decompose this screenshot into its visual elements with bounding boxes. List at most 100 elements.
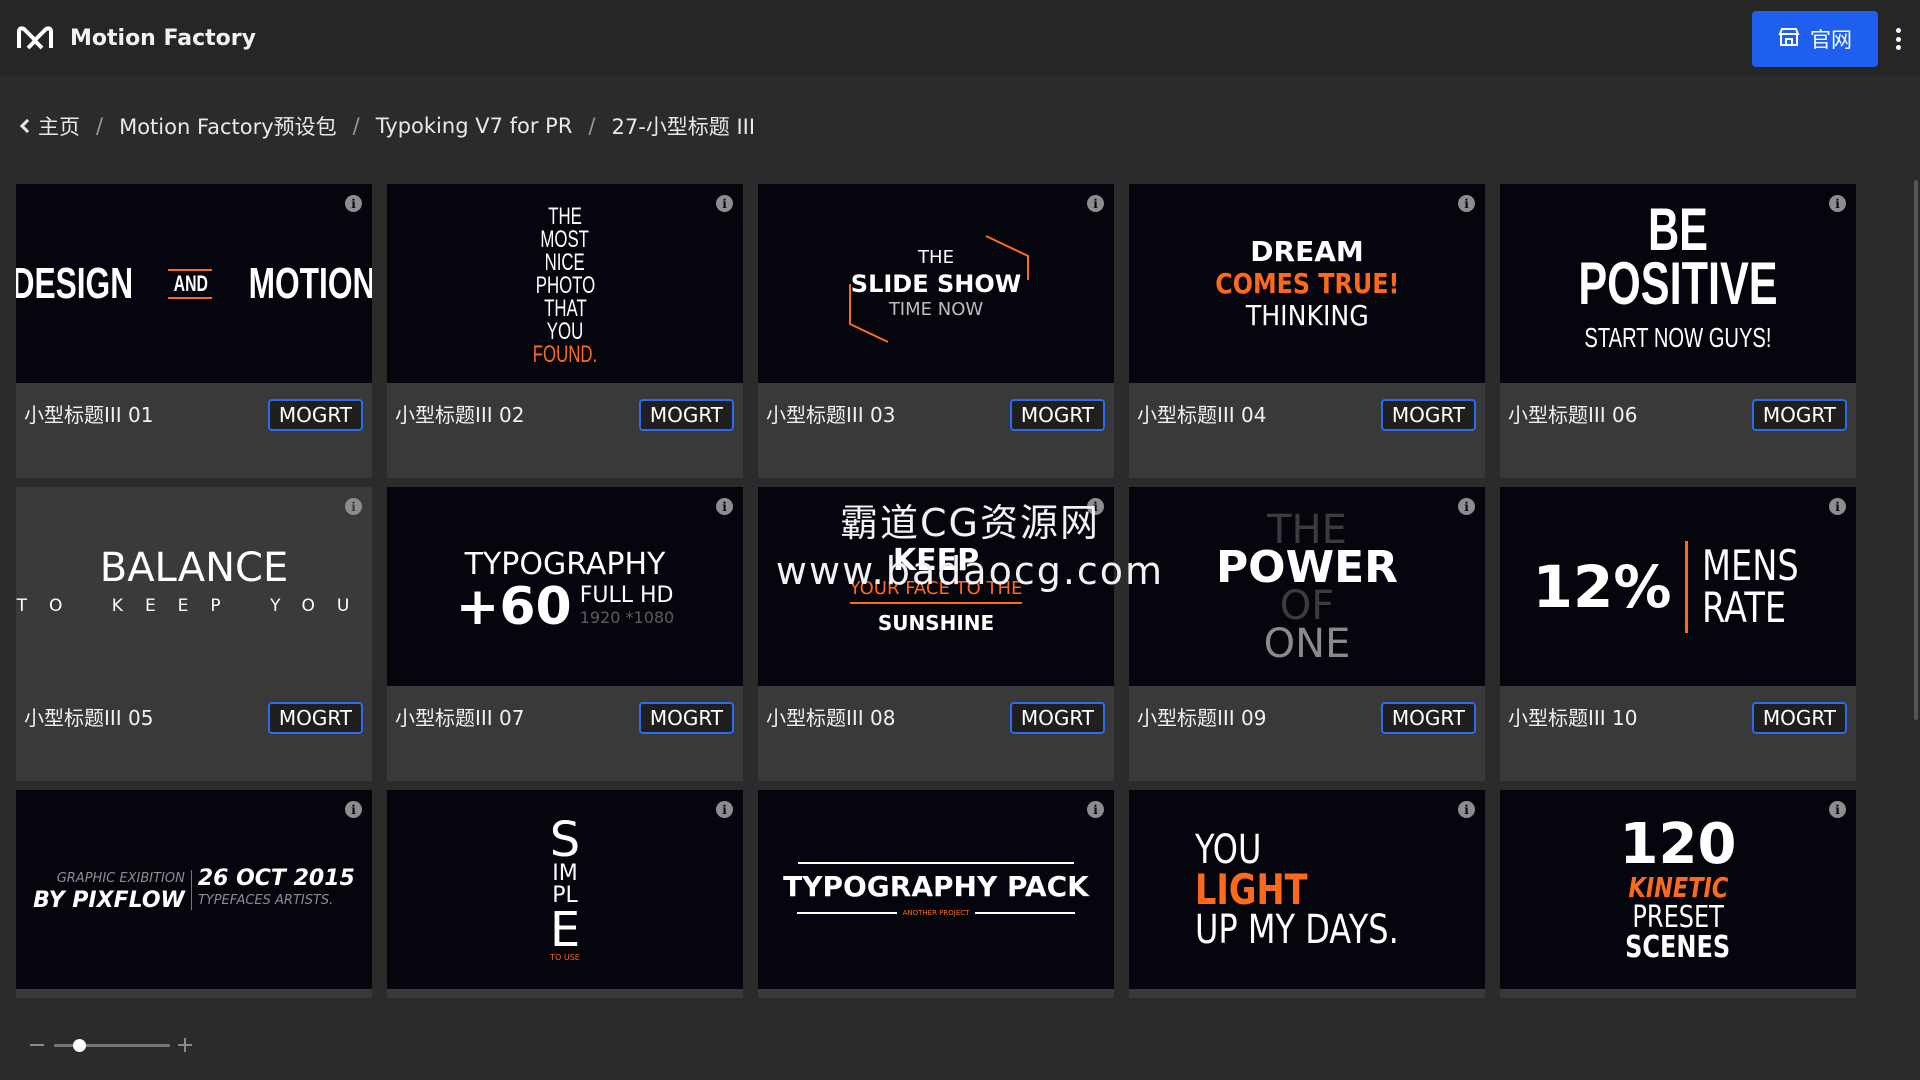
thumb-text: YOUR FACE TO THE bbox=[849, 576, 1023, 604]
breadcrumb-typoking[interactable]: Typoking V7 for PR bbox=[376, 114, 573, 138]
thumb-text: COMES TRUE! bbox=[1214, 266, 1400, 300]
zoom-slider-track[interactable] bbox=[54, 1044, 170, 1047]
card-title: 小型标题III 05 bbox=[24, 706, 154, 730]
thumb-text: PRESET bbox=[1632, 899, 1724, 935]
minus-icon[interactable] bbox=[30, 1044, 44, 1046]
chevron-left-icon[interactable] bbox=[19, 118, 35, 134]
thumb-text: AND bbox=[173, 270, 208, 296]
preset-thumbnail[interactable]: DREAM COMES TRUE! THINKING i bbox=[1129, 184, 1485, 383]
thumb-text: DESIGN bbox=[16, 258, 133, 308]
thumb-text: TO USE bbox=[550, 952, 580, 962]
official-site-label: 官网 bbox=[1810, 28, 1852, 52]
thumb-text: SLIDE SHOW bbox=[850, 269, 1022, 298]
preset-thumbnail[interactable]: 12% MENS RATE i bbox=[1500, 487, 1856, 686]
store-icon bbox=[1778, 27, 1800, 52]
preset-thumbnail[interactable]: TYPOGRAPHY +60 FULL HD 1920 *1080 i bbox=[387, 487, 743, 686]
thumb-text: PHOTO bbox=[535, 272, 595, 299]
thumb-text: TYPOGRAPHY PACK bbox=[783, 870, 1089, 903]
thumb-text: ANOTHER PROJECT bbox=[902, 909, 970, 917]
preset-card[interactable]: 120 KINETIC PRESET SCENES i bbox=[1500, 790, 1856, 998]
zoom-slider-handle[interactable] bbox=[73, 1039, 86, 1052]
preset-card[interactable]: TYPOGRAPHY +60 FULL HD 1920 *1080 i 小型标题… bbox=[387, 487, 743, 781]
info-icon[interactable]: i bbox=[1829, 195, 1846, 212]
card-title: 小型标题III 06 bbox=[1508, 403, 1638, 427]
grid-scrollbar[interactable] bbox=[1914, 180, 1918, 720]
info-icon[interactable]: i bbox=[1458, 498, 1475, 515]
preset-card[interactable]: DESIGN AND MOTION i 小型标题III 01 MOGRT bbox=[16, 184, 372, 478]
mogrt-button[interactable]: MOGRT bbox=[1380, 702, 1476, 734]
thumb-text: DREAM bbox=[1250, 234, 1364, 268]
breadcrumb-separator: / bbox=[352, 114, 360, 138]
thumb-text: GRAPHIC EXIBITION bbox=[56, 870, 185, 886]
thumb-text: MENS bbox=[1702, 540, 1800, 590]
card-title: 小型标题III 02 bbox=[395, 403, 525, 427]
thumb-text: +60 bbox=[455, 576, 572, 637]
info-icon[interactable]: i bbox=[345, 195, 362, 212]
preset-card[interactable]: TYPOGRAPHY PACK ANOTHER PROJECT i bbox=[758, 790, 1114, 998]
mogrt-button[interactable]: MOGRT bbox=[1009, 702, 1105, 734]
preset-thumbnail[interactable]: GRAPHIC EXIBITION BY PIXFLOW 26 OCT 2015… bbox=[16, 790, 372, 989]
thumb-text: UP MY DAYS. bbox=[1195, 906, 1399, 953]
info-icon[interactable]: i bbox=[1087, 801, 1104, 818]
thumb-text: YOU bbox=[1195, 826, 1262, 873]
info-icon[interactable]: i bbox=[1458, 801, 1475, 818]
motion-factory-logo-icon bbox=[16, 23, 56, 53]
preset-thumbnail[interactable]: THE POWER OF ONE i bbox=[1129, 487, 1485, 686]
mogrt-button[interactable]: MOGRT bbox=[1751, 399, 1847, 431]
preset-thumbnail[interactable]: BE POSITIVE START NOW GUYS! i bbox=[1500, 184, 1856, 383]
thumb-text: 1920 *1080 bbox=[579, 607, 675, 627]
info-icon[interactable]: i bbox=[716, 498, 733, 515]
preset-card[interactable]: YOU LIGHT UP MY DAYS. i bbox=[1129, 790, 1485, 998]
breadcrumb-separator: / bbox=[588, 114, 596, 138]
thumb-text: THE bbox=[918, 246, 954, 268]
thumb-text: ONE bbox=[1263, 620, 1351, 667]
card-title: 小型标题III 01 bbox=[24, 403, 154, 427]
thumb-text: S bbox=[549, 811, 581, 868]
more-vertical-icon[interactable] bbox=[1888, 22, 1908, 56]
info-icon[interactable]: i bbox=[1829, 801, 1846, 818]
preset-thumbnail[interactable]: YOU LIGHT UP MY DAYS. i bbox=[1129, 790, 1485, 989]
info-icon[interactable]: i bbox=[1829, 498, 1846, 515]
mogrt-button[interactable]: MOGRT bbox=[267, 399, 363, 431]
preset-card[interactable]: BE POSITIVE START NOW GUYS! i 小型标题III 06… bbox=[1500, 184, 1856, 478]
mogrt-button[interactable]: MOGRT bbox=[638, 702, 734, 734]
preset-thumbnail[interactable]: 120 KINETIC PRESET SCENES i bbox=[1500, 790, 1856, 989]
preset-thumbnail[interactable]: BALANCE TO KEEP YOU i bbox=[16, 487, 372, 686]
mogrt-button[interactable]: MOGRT bbox=[638, 399, 734, 431]
preset-card[interactable]: THE POWER OF ONE i 小型标题III 09 MOGRT bbox=[1129, 487, 1485, 781]
info-icon[interactable]: i bbox=[716, 195, 733, 212]
preset-card[interactable]: DREAM COMES TRUE! THINKING i 小型标题III 04 … bbox=[1129, 184, 1485, 478]
info-icon[interactable]: i bbox=[716, 801, 733, 818]
preset-card[interactable]: BALANCE TO KEEP YOU i 小型标题III 05 MOGRT bbox=[16, 487, 372, 781]
info-icon[interactable]: i bbox=[1458, 195, 1475, 212]
preset-card[interactable]: 12% MENS RATE i 小型标题III 10 MOGRT bbox=[1500, 487, 1856, 781]
mogrt-button[interactable]: MOGRT bbox=[1009, 399, 1105, 431]
thumb-text: OF bbox=[1279, 582, 1335, 629]
preset-thumbnail[interactable]: DESIGN AND MOTION i bbox=[16, 184, 372, 383]
breadcrumb-preset-pack[interactable]: Motion Factory预设包 bbox=[119, 111, 337, 141]
preset-card[interactable]: THE MOST NICE PHOTO THAT YOU FOUND. i 小型… bbox=[387, 184, 743, 478]
thumb-text: E bbox=[549, 901, 581, 958]
mogrt-button[interactable]: MOGRT bbox=[1380, 399, 1476, 431]
thumb-text: TIME NOW bbox=[888, 298, 984, 320]
preset-thumbnail[interactable]: THE SLIDE SHOW TIME NOW i bbox=[758, 184, 1114, 383]
info-icon[interactable]: i bbox=[345, 801, 362, 818]
info-icon[interactable]: i bbox=[1087, 195, 1104, 212]
official-site-button[interactable]: 官网 bbox=[1752, 11, 1878, 67]
thumb-text: KEEP bbox=[892, 542, 980, 578]
preset-card[interactable]: S IM PL E TO USE i bbox=[387, 790, 743, 998]
preset-thumbnail[interactable]: TYPOGRAPHY PACK ANOTHER PROJECT i bbox=[758, 790, 1114, 989]
preset-thumbnail[interactable]: KEEP YOUR FACE TO THE SUNSHINE i bbox=[758, 487, 1114, 686]
mogrt-button[interactable]: MOGRT bbox=[267, 702, 363, 734]
breadcrumb-current: 27-小型标题 III bbox=[611, 115, 756, 139]
info-icon[interactable]: i bbox=[1087, 498, 1104, 515]
info-icon[interactable]: i bbox=[345, 498, 362, 515]
breadcrumb-home[interactable]: 主页 bbox=[38, 111, 80, 141]
preset-card[interactable]: KEEP YOUR FACE TO THE SUNSHINE i 小型标题III… bbox=[758, 487, 1114, 781]
preset-thumbnail[interactable]: S IM PL E TO USE i bbox=[387, 790, 743, 989]
thumb-text: TYPEFACES ARTISTS. bbox=[197, 892, 334, 908]
preset-card[interactable]: GRAPHIC EXIBITION BY PIXFLOW 26 OCT 2015… bbox=[16, 790, 372, 998]
mogrt-button[interactable]: MOGRT bbox=[1751, 702, 1847, 734]
preset-card[interactable]: THE SLIDE SHOW TIME NOW i 小型标题III 03 MOG… bbox=[758, 184, 1114, 478]
preset-thumbnail[interactable]: THE MOST NICE PHOTO THAT YOU FOUND. i bbox=[387, 184, 743, 383]
